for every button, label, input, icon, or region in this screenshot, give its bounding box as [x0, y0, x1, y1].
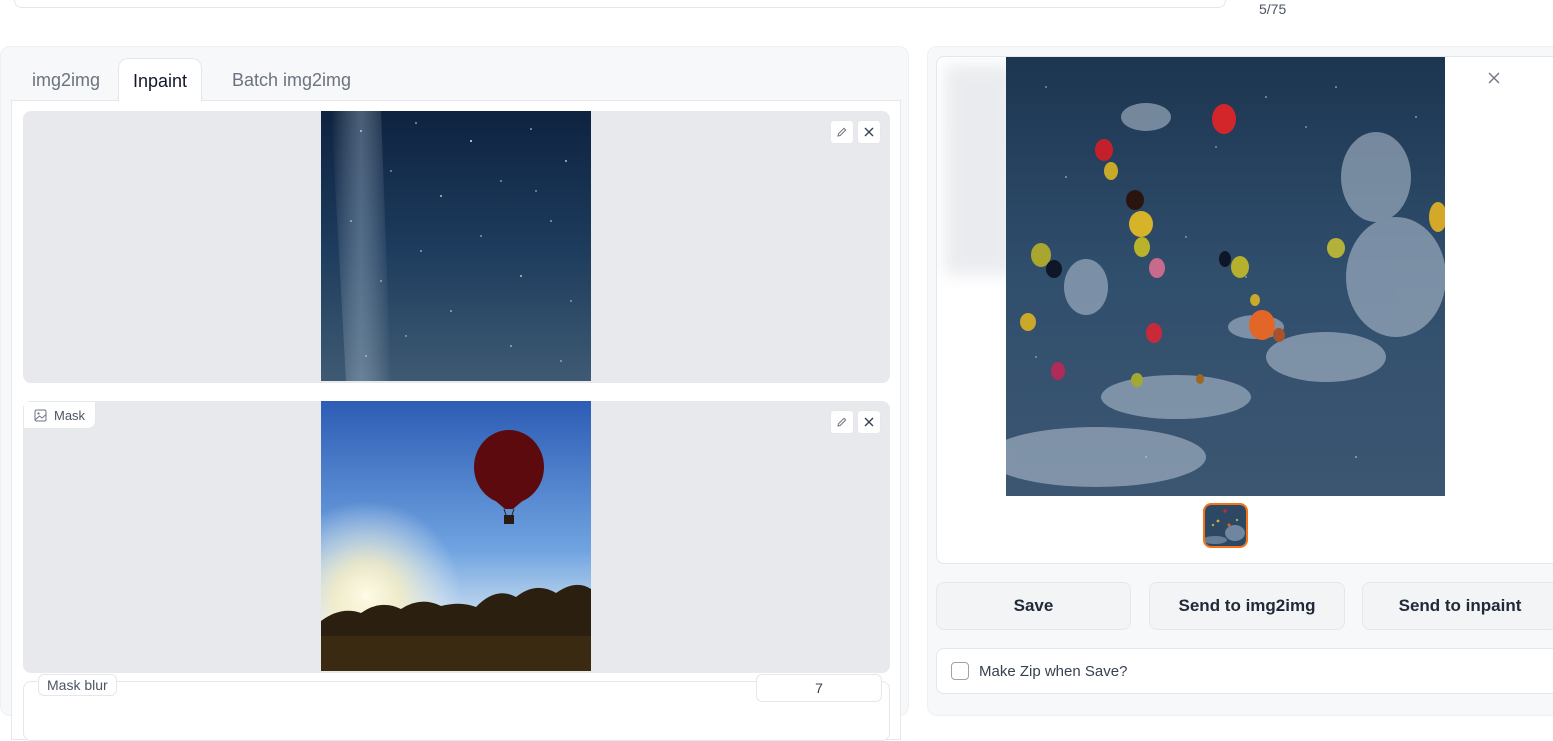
make-zip-checkbox[interactable]	[951, 662, 969, 680]
token-counter: 5/75	[1259, 1, 1287, 17]
output-gallery	[936, 56, 1553, 564]
image-icon	[34, 409, 47, 421]
mask-blur-label: Mask blur	[38, 674, 117, 696]
img2img-panel: img2img Inpaint Batch img2img Mask Mask …	[0, 46, 909, 741]
mask-label-text: Mask	[54, 407, 86, 423]
inpaint-tab-content: Mask Mask blur 7	[11, 100, 901, 741]
tab-inpaint[interactable]: Inpaint	[118, 58, 203, 102]
mask-image-canvas[interactable]: Mask	[23, 401, 890, 673]
gallery-background	[945, 65, 1015, 275]
prompt-input[interactable]	[14, 0, 1226, 8]
close-icon[interactable]	[857, 120, 881, 144]
send-to-img2img-button[interactable]: Send to img2img	[1149, 582, 1345, 630]
close-icon[interactable]	[857, 410, 881, 434]
mask-image	[321, 401, 591, 671]
gallery-thumbnail[interactable]	[1203, 503, 1248, 548]
tab-img2img[interactable]: img2img	[18, 58, 114, 102]
make-zip-label: Make Zip when Save?	[979, 662, 1128, 680]
source-image	[321, 111, 591, 381]
close-icon[interactable]	[1483, 67, 1505, 89]
send-to-inpaint-button[interactable]: Send to inpaint	[1362, 582, 1553, 630]
save-button[interactable]: Save	[936, 582, 1131, 630]
source-image-canvas[interactable]	[23, 111, 890, 383]
mask-blur-number-input[interactable]: 7	[756, 674, 882, 702]
edit-icon[interactable]	[830, 410, 854, 434]
edit-icon[interactable]	[830, 120, 854, 144]
output-image[interactable]	[1006, 57, 1445, 496]
mask-blur-slider[interactable]: Mask blur 7	[23, 674, 890, 741]
make-zip-option: Make Zip when Save?	[936, 648, 1553, 694]
tab-batch-img2img[interactable]: Batch img2img	[218, 58, 365, 102]
mask-label: Mask	[23, 401, 97, 429]
